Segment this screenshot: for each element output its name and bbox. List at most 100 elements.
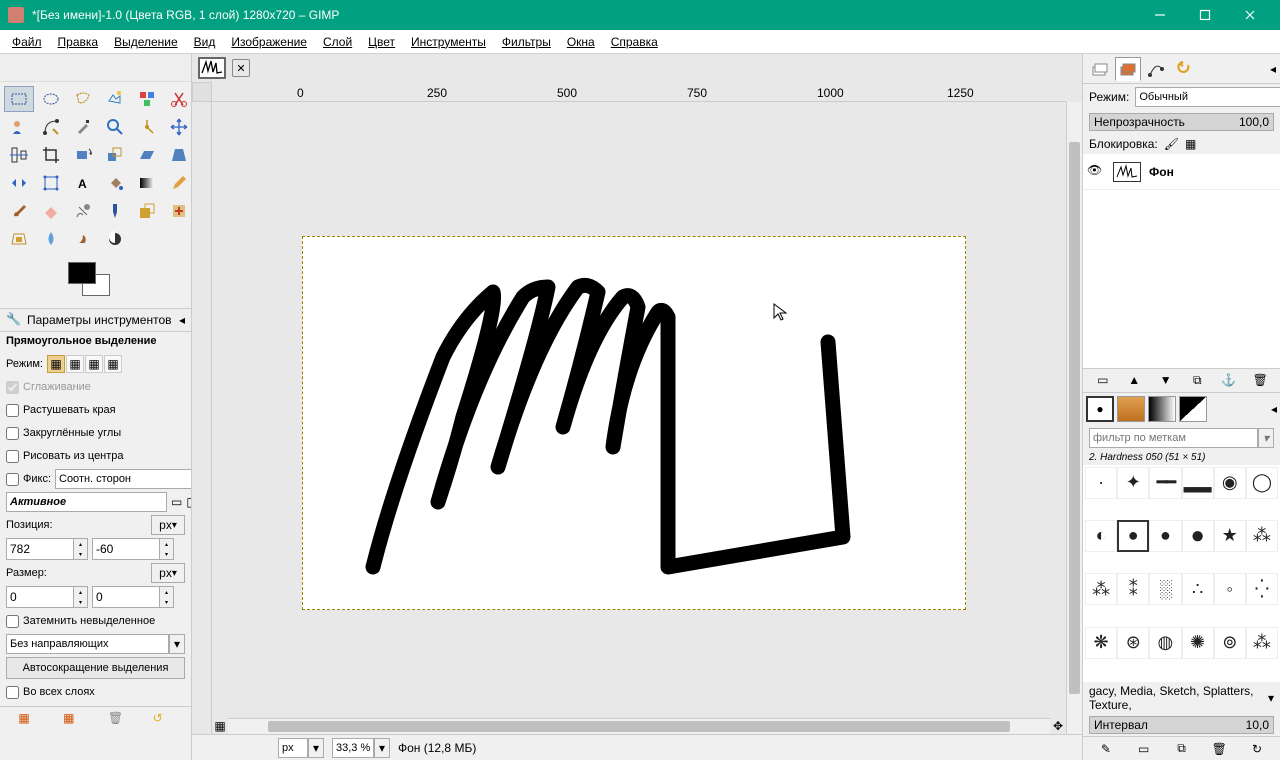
tool-perspective[interactable] bbox=[164, 142, 194, 168]
menu-view[interactable]: Вид bbox=[186, 33, 224, 51]
tool-scale[interactable] bbox=[100, 142, 130, 168]
reset-preset-icon[interactable]: ↺ bbox=[153, 711, 173, 731]
brush-cell[interactable]: · bbox=[1085, 467, 1117, 499]
brush-cell[interactable]: ━━ bbox=[1149, 467, 1181, 499]
close-button[interactable] bbox=[1227, 0, 1272, 30]
tool-eraser[interactable] bbox=[36, 198, 66, 224]
tool-heal[interactable] bbox=[164, 198, 194, 224]
tool-scissors[interactable] bbox=[164, 86, 194, 112]
new-brush-icon[interactable]: ▭ bbox=[1136, 741, 1152, 757]
tab-brushes-icon[interactable]: ● bbox=[1086, 396, 1114, 422]
lock-pixels-icon[interactable]: 🖌 bbox=[1164, 137, 1179, 151]
tab-gradients-icon[interactable] bbox=[1148, 396, 1176, 422]
lower-layer-icon[interactable]: ▼ bbox=[1158, 372, 1174, 388]
tool-paths[interactable] bbox=[36, 114, 66, 140]
tool-fuzzy-select[interactable] bbox=[100, 86, 130, 112]
tool-align[interactable] bbox=[4, 142, 34, 168]
color-selector[interactable] bbox=[8, 262, 183, 302]
brush-cell[interactable]: ⊛ bbox=[1117, 627, 1149, 659]
darken-checkbox[interactable] bbox=[6, 615, 19, 628]
pos-x-input[interactable]: ▴▾ bbox=[6, 538, 88, 560]
size-unit[interactable]: px▾ bbox=[151, 563, 185, 583]
fg-color-swatch[interactable] bbox=[68, 262, 96, 284]
brush-cell[interactable]: ⁂ bbox=[1085, 573, 1117, 605]
anchor-layer-icon[interactable]: ⚓ bbox=[1221, 372, 1237, 388]
brush-cell[interactable]: ∴ bbox=[1182, 573, 1214, 605]
menu-windows[interactable]: Окна bbox=[559, 33, 603, 51]
brush-cell[interactable]: ⁑ bbox=[1117, 573, 1149, 605]
all-layers-checkbox[interactable] bbox=[6, 686, 19, 699]
tool-rotate[interactable] bbox=[68, 142, 98, 168]
tool-move[interactable] bbox=[164, 114, 194, 140]
restore-preset-icon[interactable]: ▦ bbox=[63, 711, 83, 731]
width-input[interactable]: ▴▾ bbox=[6, 586, 88, 608]
height-input[interactable]: ▴▾ bbox=[92, 586, 174, 608]
menu-image[interactable]: Изображение bbox=[223, 33, 315, 51]
tool-foreground-select[interactable] bbox=[4, 114, 34, 140]
brush-cell[interactable]: ◉ bbox=[1214, 467, 1246, 499]
tool-dodge-burn[interactable] bbox=[100, 226, 130, 252]
tool-cage[interactable] bbox=[36, 170, 66, 196]
tool-text[interactable]: A bbox=[68, 170, 98, 196]
duplicate-brush-icon[interactable]: ⧉ bbox=[1173, 741, 1189, 757]
menu-file[interactable]: Файл bbox=[4, 33, 50, 51]
image-tab[interactable] bbox=[198, 57, 226, 79]
brush-cell[interactable]: ◯ bbox=[1246, 467, 1278, 499]
tool-paintbrush[interactable] bbox=[4, 198, 34, 224]
dock-menu-icon[interactable]: ◂ bbox=[1270, 62, 1276, 76]
guides-combo[interactable]: ▾ bbox=[6, 634, 185, 654]
maximize-button[interactable] bbox=[1182, 0, 1227, 30]
ruler-corner[interactable] bbox=[192, 82, 212, 102]
feather-checkbox[interactable] bbox=[6, 404, 19, 417]
tool-blur[interactable] bbox=[36, 226, 66, 252]
duplicate-layer-icon[interactable]: ⧉ bbox=[1189, 372, 1205, 388]
brush-filter-combo[interactable]: ▾ bbox=[1089, 428, 1274, 448]
opacity-slider[interactable]: Непрозрачность100,0 bbox=[1089, 113, 1274, 131]
tool-ellipse-select[interactable] bbox=[36, 86, 66, 112]
tab-patterns-icon[interactable] bbox=[1117, 396, 1145, 422]
tool-free-select[interactable] bbox=[68, 86, 98, 112]
landscape-icon[interactable]: ▭ bbox=[171, 495, 182, 509]
brush-grid[interactable]: · ✦ ━━ ▂▂ ◉ ◯ ◐ ● ● ● ★ ⁂ ⁂ ⁑ ░ ∴ ◦ ⁛ ❋ … bbox=[1083, 465, 1280, 683]
tool-flip[interactable] bbox=[4, 170, 34, 196]
portrait-icon[interactable]: ▯ bbox=[186, 495, 191, 509]
brush-cell[interactable]: ✦ bbox=[1117, 467, 1149, 499]
navigation-icon[interactable]: ✥ bbox=[1050, 718, 1066, 734]
menu-help[interactable]: Справка bbox=[603, 33, 666, 51]
canvas[interactable] bbox=[212, 102, 1066, 718]
delete-brush-icon[interactable]: 🗑 bbox=[1211, 741, 1227, 757]
mode-subtract-icon[interactable]: ▦ bbox=[85, 355, 103, 373]
delete-layer-icon[interactable]: 🗑 bbox=[1252, 372, 1268, 388]
scrollbar-vertical[interactable] bbox=[1066, 102, 1082, 734]
mode-intersect-icon[interactable]: ▦ bbox=[104, 355, 122, 373]
new-layer-icon[interactable]: ▭ bbox=[1095, 372, 1111, 388]
menu-color[interactable]: Цвет bbox=[360, 33, 403, 51]
position-unit[interactable]: px▾ bbox=[151, 515, 185, 535]
brush-categories[interactable]: gacy, Media, Sketch, Splatters, Texture,… bbox=[1083, 682, 1280, 714]
antialias-checkbox[interactable] bbox=[6, 381, 19, 394]
close-tab-icon[interactable]: ✕ bbox=[232, 59, 250, 77]
tab-channels-icon[interactable] bbox=[1115, 57, 1141, 81]
menu-tools[interactable]: Инструменты bbox=[403, 33, 494, 51]
brush-cell[interactable]: ★ bbox=[1214, 520, 1246, 552]
refresh-brush-icon[interactable]: ↻ bbox=[1249, 741, 1265, 757]
brush-cell[interactable]: ⁂ bbox=[1246, 627, 1278, 659]
tool-zoom[interactable] bbox=[100, 114, 130, 140]
tab-layers-icon[interactable] bbox=[1087, 57, 1113, 81]
brush-cell[interactable]: ◐ bbox=[1085, 520, 1117, 552]
layer-list[interactable]: 👁 Фон bbox=[1083, 154, 1280, 368]
tool-ink[interactable] bbox=[100, 198, 130, 224]
ruler-horizontal[interactable]: 025050075010001250 bbox=[212, 82, 1066, 102]
tab-fonts-icon[interactable] bbox=[1179, 396, 1207, 422]
lock-alpha-icon[interactable]: ▦ bbox=[1185, 137, 1196, 151]
brush-cell[interactable]: ◦ bbox=[1214, 573, 1246, 605]
brush-cell[interactable]: ░ bbox=[1149, 573, 1181, 605]
tool-color-picker[interactable] bbox=[68, 114, 98, 140]
layer-thumbnail[interactable] bbox=[1113, 162, 1141, 182]
rounded-checkbox[interactable] bbox=[6, 427, 19, 440]
tool-smudge[interactable] bbox=[68, 226, 98, 252]
menu-edit[interactable]: Правка bbox=[50, 33, 107, 51]
brush-cell[interactable]: ⊚ bbox=[1214, 627, 1246, 659]
minimize-button[interactable] bbox=[1137, 0, 1182, 30]
tool-shear[interactable] bbox=[132, 142, 162, 168]
